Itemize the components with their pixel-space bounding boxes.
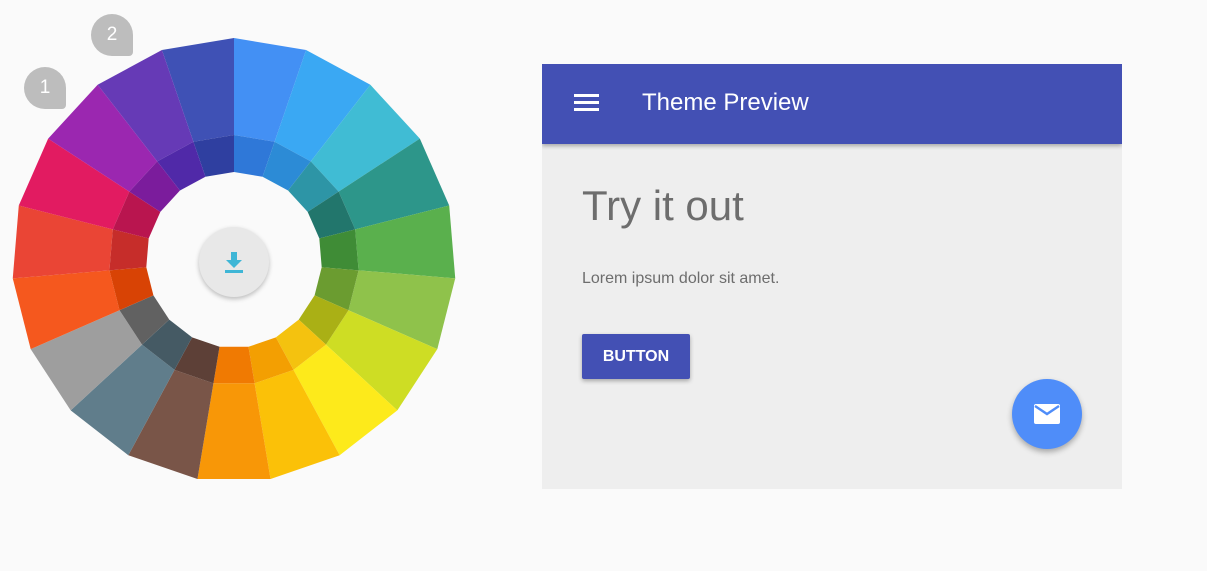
selection-marker-primary: 1 bbox=[24, 67, 66, 109]
preview-headline: Try it out bbox=[582, 182, 744, 229]
menu-icon[interactable] bbox=[574, 94, 599, 114]
mail-icon bbox=[1034, 404, 1060, 424]
selection-marker-accent: 2 bbox=[91, 14, 133, 56]
app-bar: Theme Preview bbox=[542, 64, 1122, 144]
color-wheel: 1 2 bbox=[0, 0, 470, 500]
selection-marker-label: 1 bbox=[39, 77, 51, 98]
app-bar-title: Theme Preview bbox=[642, 89, 809, 116]
selection-marker-label: 2 bbox=[106, 24, 118, 45]
preview-body-text: Lorem ipsum dolor sit amet. bbox=[582, 270, 780, 287]
mail-fab-button[interactable] bbox=[1012, 379, 1082, 449]
preview-button[interactable]: BUTTON bbox=[582, 334, 690, 379]
theme-preview-panel: Theme Preview Try it out Lorem ipsum dol… bbox=[542, 64, 1122, 489]
download-button[interactable] bbox=[199, 227, 269, 297]
download-icon bbox=[225, 252, 243, 273]
wheel-inner-segment-orange[interactable] bbox=[213, 346, 255, 384]
